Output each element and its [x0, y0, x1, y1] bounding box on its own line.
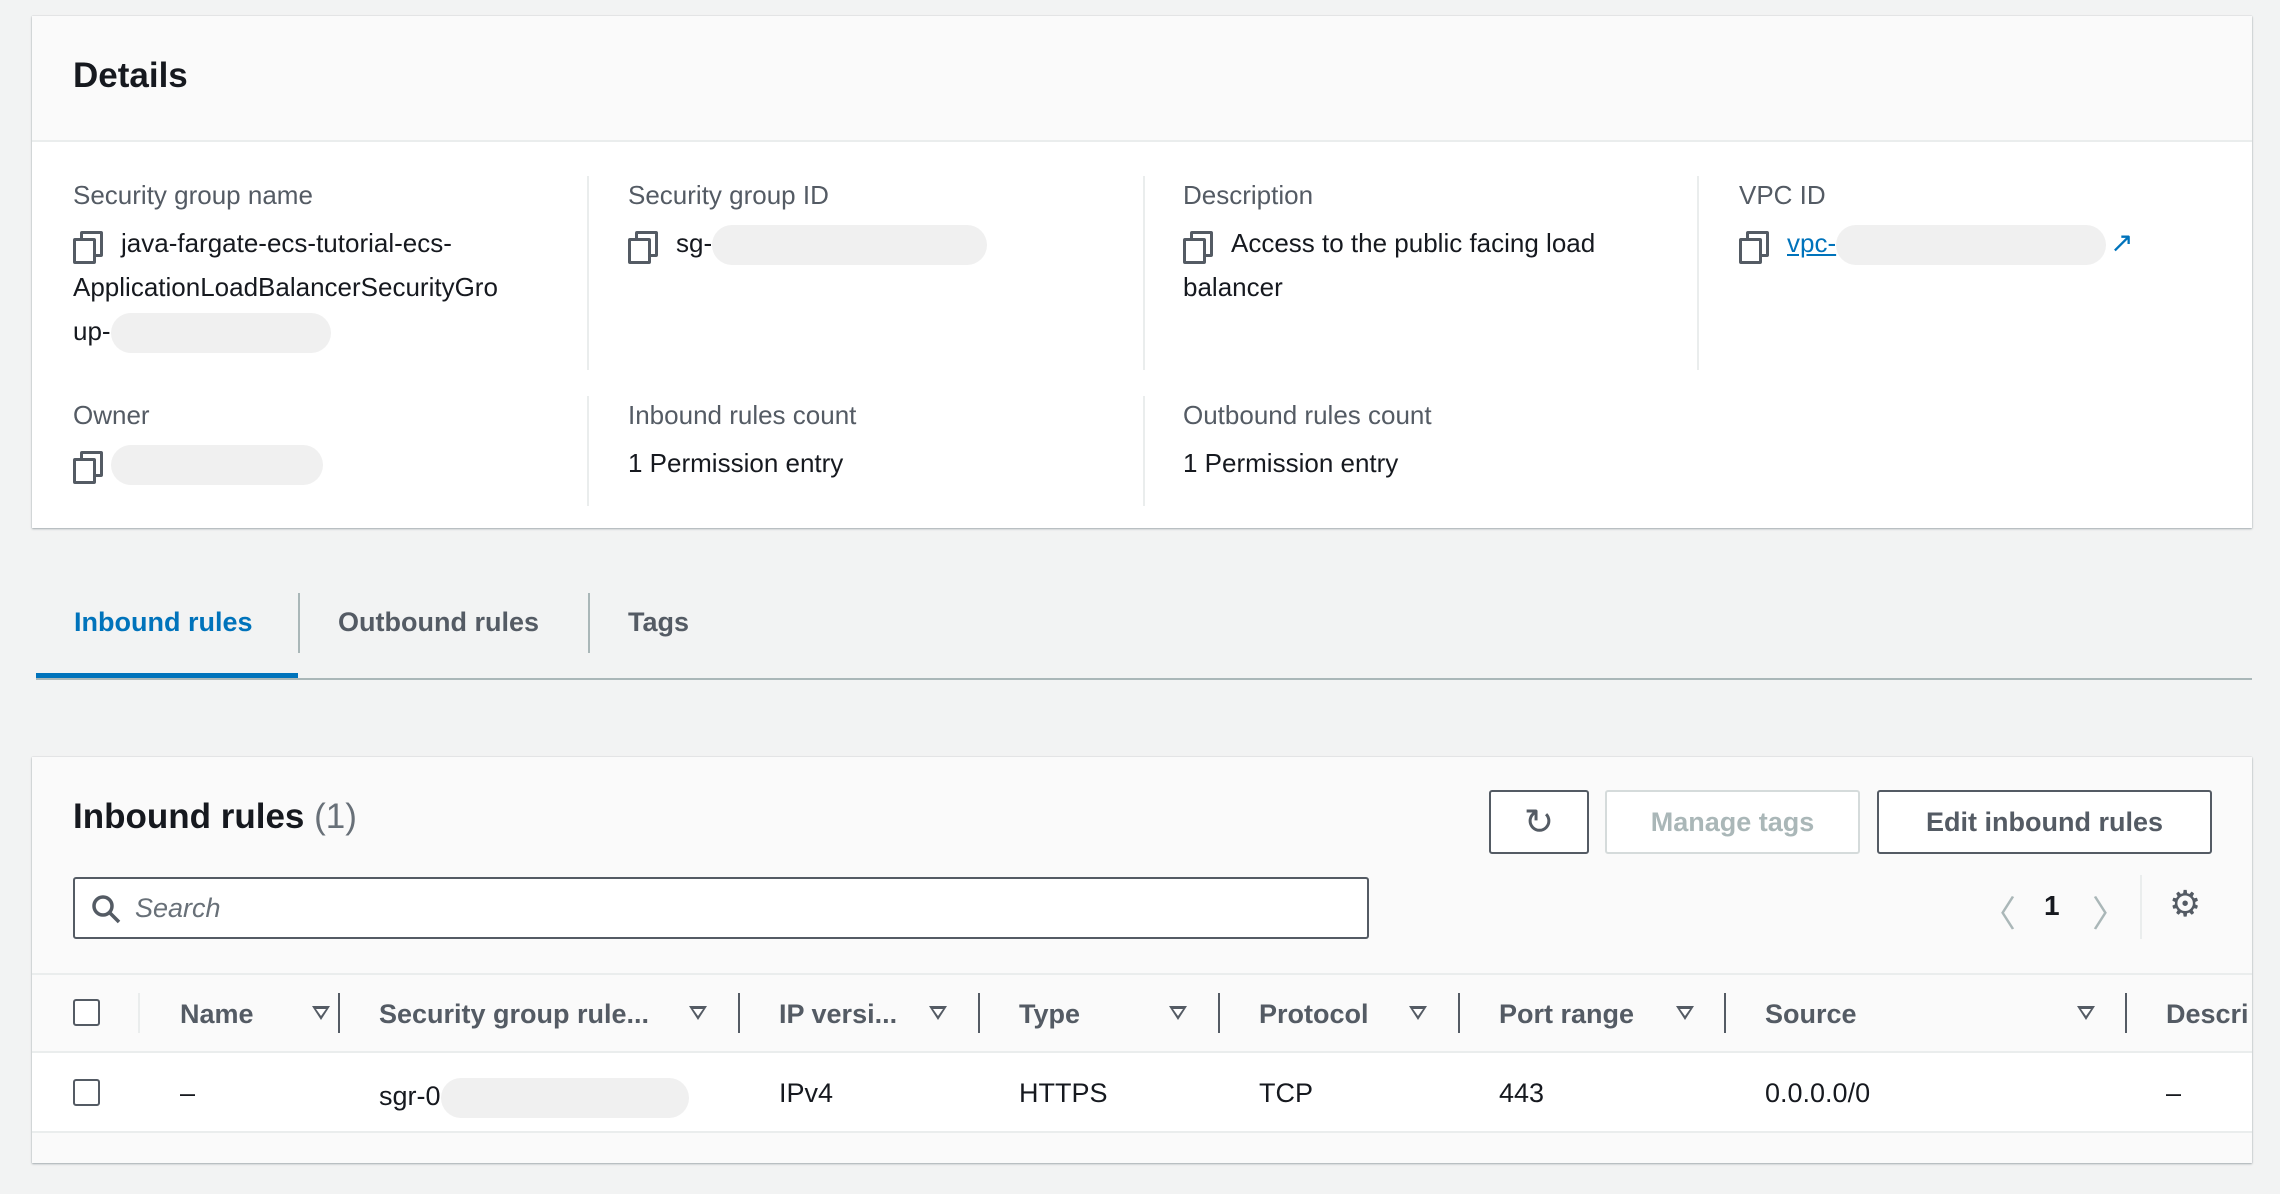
tab-outbound-rules[interactable]: Outbound rules	[300, 593, 577, 678]
col-sep[interactable]	[1458, 993, 1460, 1033]
value: balancer	[1183, 272, 1283, 302]
search-input[interactable]: Search	[73, 877, 1369, 939]
rules-title: Inbound rules	[73, 797, 305, 836]
manage-tags-button[interactable]: Manage tags	[1605, 790, 1860, 854]
col-sep[interactable]	[2125, 993, 2127, 1033]
search-icon	[92, 895, 121, 924]
vpc-link[interactable]: vpc-	[1787, 228, 1836, 258]
col-name[interactable]: Name	[180, 999, 254, 1030]
field-owner: Owner	[73, 400, 323, 486]
label: Security group name	[73, 180, 313, 210]
cell-source: 0.0.0.0/0	[1765, 1078, 1871, 1108]
cell-type: HTTPS	[1019, 1078, 1108, 1108]
field-vpc-id: VPC ID vpc- ↗	[1739, 180, 2134, 266]
value: ApplicationLoadBalancerSecurityGro	[73, 272, 498, 302]
cell-description: –	[2166, 1078, 2182, 1108]
row-checkbox[interactable]	[73, 1079, 100, 1106]
redacted	[110, 313, 331, 354]
cell-ip-version: IPv4	[779, 1078, 834, 1108]
tab-tags[interactable]: Tags	[590, 593, 727, 678]
search-placeholder: Search	[135, 892, 221, 923]
inbound-rules-panel: Inbound rules (1) ↻ Manage tags Edit inb…	[32, 757, 2252, 1163]
value: java-fargate-ecs-tutorial-ecs-	[121, 228, 452, 258]
cell-protocol: TCP	[1259, 1078, 1313, 1108]
col-sep[interactable]	[1724, 993, 1726, 1033]
sort-icon[interactable]	[2077, 1006, 2095, 1020]
table-header: Name Security group rule... IP versi... …	[32, 973, 2252, 1053]
copy-icon[interactable]	[1183, 231, 1213, 265]
redacted	[440, 1078, 689, 1118]
field-description: Description Access to the public facing …	[1183, 180, 1683, 309]
copy-icon[interactable]	[1739, 231, 1769, 265]
table-row: – sgr-0 IPv4 HTTPS TCP 443 0.0.0.0/0 –	[32, 1053, 2252, 1133]
col-port-range[interactable]: Port range	[1499, 999, 1634, 1030]
col-protocol[interactable]: Protocol	[1259, 999, 1369, 1030]
redacted	[1836, 225, 2107, 266]
label: Outbound rules count	[1183, 400, 1432, 430]
field-inbound-count: Inbound rules count 1 Permission entry	[628, 400, 856, 485]
col-sep[interactable]	[1218, 993, 1220, 1033]
details-title: Details	[73, 56, 188, 95]
select-all-checkbox[interactable]	[73, 999, 100, 1026]
divider	[587, 176, 589, 370]
field-sg-id: Security group ID sg-	[628, 180, 988, 266]
label: VPC ID	[1739, 180, 1826, 210]
settings-gear-icon[interactable]: ⚙	[2169, 883, 2201, 925]
value: 1 Permission entry	[628, 448, 844, 478]
external-link-icon[interactable]: ↗	[2110, 227, 2133, 258]
label: Security group ID	[628, 180, 829, 210]
value: sg-	[676, 228, 713, 258]
next-page-icon[interactable]: 〉	[2092, 885, 2128, 937]
col-sep[interactable]	[738, 993, 740, 1033]
col-sep[interactable]	[978, 993, 980, 1033]
divider	[1143, 396, 1145, 506]
sort-icon[interactable]	[929, 1006, 947, 1020]
rules-heading: Inbound rules (1)	[73, 797, 357, 837]
col-sep	[138, 993, 140, 1033]
sort-icon[interactable]	[312, 1006, 330, 1020]
divider	[2140, 875, 2142, 939]
divider	[587, 396, 589, 506]
details-panel: Details Security group name java-fargate…	[32, 16, 2252, 528]
redacted	[712, 225, 988, 266]
col-rule-id[interactable]: Security group rule...	[379, 999, 649, 1030]
divider	[1143, 176, 1145, 370]
refresh-icon: ↻	[1523, 801, 1555, 842]
redacted	[111, 445, 323, 486]
field-sg-name: Security group name java-fargate-ecs-tut…	[73, 180, 573, 354]
tab-inbound-rules[interactable]: Inbound rules	[36, 593, 298, 678]
prev-page-icon[interactable]: 〈	[1980, 885, 2016, 937]
field-outbound-count: Outbound rules count 1 Permission entry	[1183, 400, 1432, 485]
col-sep[interactable]	[338, 993, 340, 1033]
rules-count: (1)	[314, 797, 357, 836]
cell-name: –	[180, 1078, 196, 1108]
label: Owner	[73, 400, 150, 430]
sort-icon[interactable]	[1409, 1006, 1427, 1020]
sort-icon[interactable]	[689, 1006, 707, 1020]
value: up-	[73, 316, 111, 346]
value: 1 Permission entry	[1183, 448, 1399, 478]
value: Access to the public facing load	[1231, 228, 1596, 258]
rule-id: sgr-0	[379, 1081, 441, 1112]
col-type[interactable]: Type	[1019, 999, 1080, 1030]
label: Inbound rules count	[628, 400, 857, 430]
divider	[1697, 176, 1699, 370]
sort-icon[interactable]	[1676, 1006, 1694, 1020]
cell-port-range: 443	[1499, 1078, 1545, 1108]
tab-bar: Inbound rules Outbound rules Tags	[36, 593, 2252, 680]
label: Description	[1183, 180, 1314, 210]
cell-rule-id: sgr-0	[379, 1078, 689, 1118]
page-number[interactable]: 1	[2044, 890, 2060, 922]
col-source[interactable]: Source	[1765, 999, 1857, 1030]
sort-icon[interactable]	[1169, 1006, 1187, 1020]
copy-icon[interactable]	[73, 451, 103, 485]
col-ip-version[interactable]: IP versi...	[779, 999, 897, 1030]
col-description[interactable]: Descri	[2166, 999, 2249, 1030]
copy-icon[interactable]	[73, 231, 103, 265]
refresh-button[interactable]: ↻	[1489, 790, 1589, 854]
copy-icon[interactable]	[628, 231, 658, 265]
edit-inbound-rules-button[interactable]: Edit inbound rules	[1877, 790, 2212, 854]
